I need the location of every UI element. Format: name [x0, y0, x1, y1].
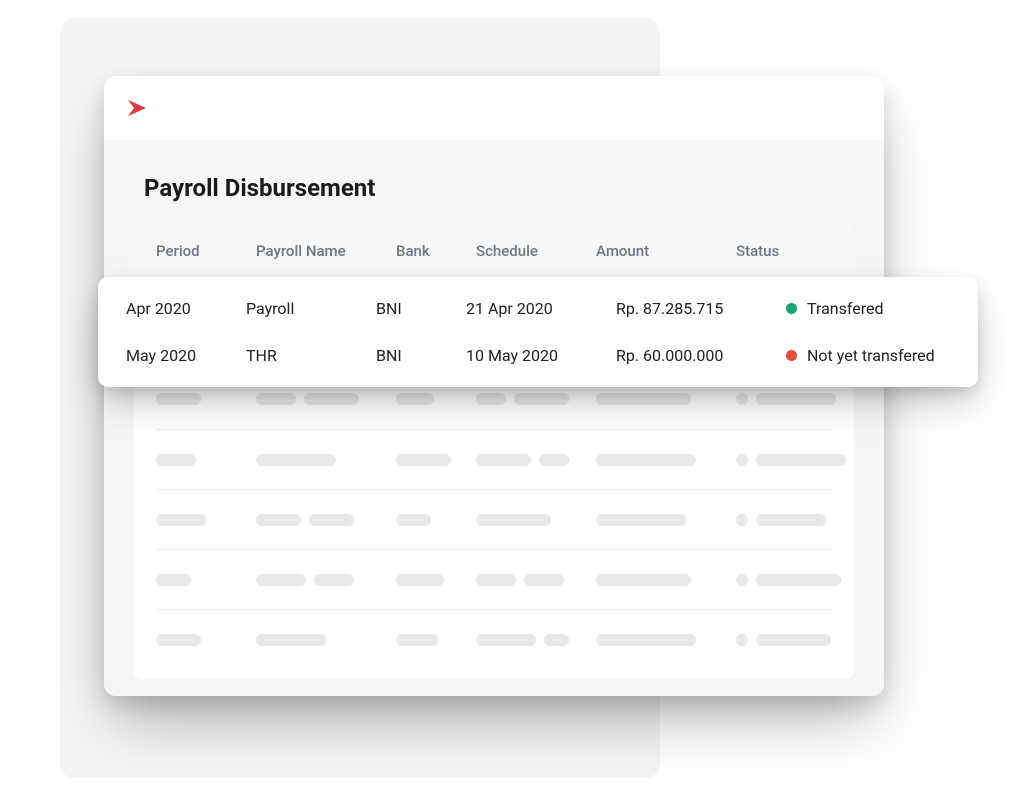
content-area: Payroll Disbursement Period Payroll Name… [104, 140, 884, 696]
cell-bank: BNI [376, 346, 466, 365]
col-payroll-name: Payroll Name [256, 242, 396, 260]
cell-period: Apr 2020 [126, 299, 246, 318]
cell-status: Transfered [786, 299, 950, 318]
col-period: Period [156, 242, 256, 260]
table-row [156, 549, 832, 609]
cell-period: May 2020 [126, 346, 246, 365]
col-status: Status [736, 242, 832, 260]
status-label: Not yet transfered [807, 346, 935, 365]
col-amount: Amount [596, 242, 736, 260]
table-row [156, 489, 832, 549]
cell-schedule: 21 Apr 2020 [466, 299, 616, 318]
app-logo-icon [126, 96, 156, 120]
status-dot-icon [786, 350, 797, 361]
cell-schedule: 10 May 2020 [466, 346, 616, 365]
table-header-row: Period Payroll Name Bank Schedule Amount… [134, 224, 854, 279]
cell-payroll-name: THR [246, 346, 376, 365]
table-row[interactable]: May 2020 THR BNI 10 May 2020 Rp. 60.000.… [98, 332, 978, 379]
titlebar [104, 76, 884, 140]
highlighted-rows-card: Apr 2020 Payroll BNI 21 Apr 2020 Rp. 87.… [98, 277, 978, 387]
table-row[interactable]: Apr 2020 Payroll BNI 21 Apr 2020 Rp. 87.… [98, 285, 978, 332]
page-title: Payroll Disbursement [144, 174, 854, 202]
cell-bank: BNI [376, 299, 466, 318]
table-row [156, 609, 832, 669]
status-dot-icon [786, 303, 797, 314]
col-schedule: Schedule [476, 242, 596, 260]
status-label: Transfered [807, 299, 884, 318]
col-bank: Bank [396, 242, 476, 260]
cell-amount: Rp. 60.000.000 [616, 346, 786, 365]
cell-amount: Rp. 87.285.715 [616, 299, 786, 318]
cell-status: Not yet transfered [786, 346, 950, 365]
table-row [156, 429, 832, 489]
cell-payroll-name: Payroll [246, 299, 376, 318]
